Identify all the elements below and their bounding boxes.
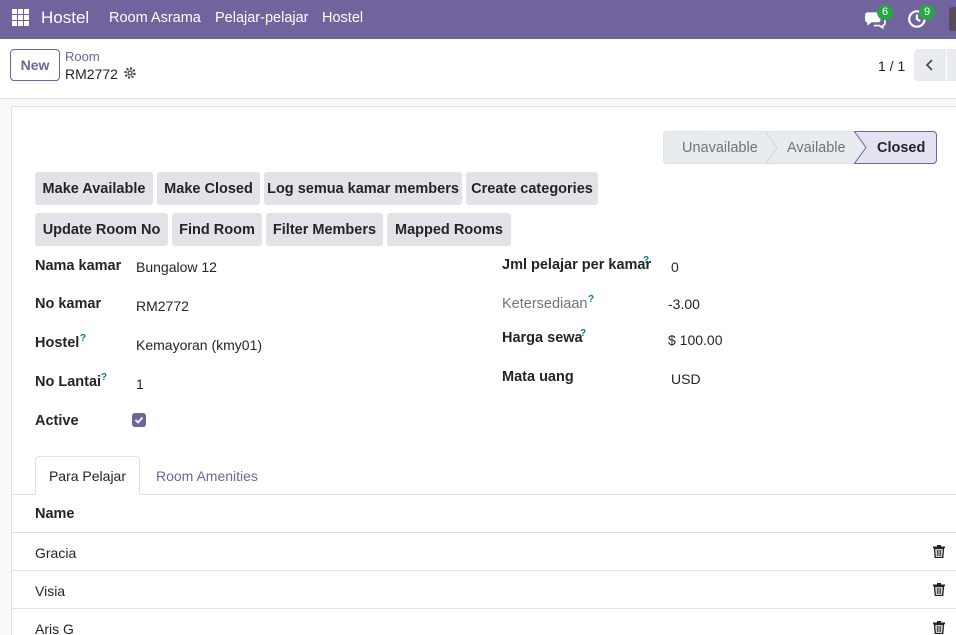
pager-previous-button[interactable] [914, 49, 946, 81]
ketersediaan-help-icon[interactable]: ? [588, 294, 594, 305]
trash-icon[interactable] [933, 583, 945, 596]
jml-pelajar-label: Jml pelajar per kamar [502, 257, 652, 273]
menu-room-asrama[interactable]: Room Asrama [109, 10, 201, 26]
status-bar: Unavailable Available Closed [663, 131, 937, 164]
active-label: Active [35, 413, 79, 429]
make-closed-button[interactable]: Make Closed [157, 172, 260, 205]
status-unavailable[interactable]: Unavailable [663, 131, 767, 164]
nama-kamar-label: Nama kamar [35, 258, 122, 274]
no-kamar-field[interactable]: RM2772 [136, 298, 189, 314]
activities-badge: 9 [919, 5, 936, 20]
jml-pelajar-field[interactable]: 0 [671, 259, 679, 275]
status-divider-icon [853, 131, 867, 164]
tabs-divider [11, 494, 956, 495]
mata-uang-field[interactable]: USD [671, 371, 701, 387]
menu-pelajar-pelajar[interactable]: Pelajar-pelajar [215, 10, 309, 26]
ketersediaan-value: -3.00 [668, 296, 700, 312]
row-name: Gracia [35, 545, 77, 561]
no-kamar-label: No kamar [35, 296, 102, 312]
chevron-left-icon [925, 59, 933, 71]
mata-uang-label: Mata uang [502, 369, 574, 385]
harga-sewa-field[interactable]: $ 100.00 [668, 332, 723, 348]
update-room-no-button[interactable]: Update Room No [35, 213, 168, 246]
breadcrumb-parent-link[interactable]: Room [65, 49, 100, 64]
harga-sewa-help-icon[interactable]: ? [580, 328, 586, 339]
table-row[interactable]: Gracia [11, 532, 956, 570]
control-panel: New Room RM2772 1 / 1 [0, 39, 956, 99]
log-members-button[interactable]: Log semua kamar members [264, 172, 462, 205]
gear-icon[interactable] [123, 66, 137, 80]
tab-room-amenities[interactable]: Room Amenities [156, 468, 258, 484]
filter-members-button[interactable]: Filter Members [266, 213, 383, 246]
active-checkbox[interactable] [132, 413, 146, 427]
menu-hostel[interactable]: Hostel [322, 10, 363, 26]
user-avatar[interactable] [949, 7, 956, 31]
no-lantai-label: No Lantai [35, 374, 102, 390]
hostel-field[interactable]: Kemayoran (kmy01) [136, 337, 262, 353]
nama-kamar-field[interactable]: Bungalow 12 [136, 259, 217, 275]
new-button[interactable]: New [10, 49, 60, 81]
pager-next-button[interactable] [947, 49, 956, 81]
create-categories-button[interactable]: Create categories [466, 172, 598, 205]
messages-badge: 6 [877, 5, 894, 20]
column-header-name[interactable]: Name [35, 506, 75, 522]
checkmark-icon [134, 416, 144, 424]
pager-value: 1 / 1 [878, 58, 906, 74]
hostel-help-icon[interactable]: ? [80, 333, 86, 344]
hostel-label: Hostel [35, 335, 80, 351]
no-lantai-field[interactable]: 1 [136, 376, 144, 392]
trash-icon[interactable] [933, 545, 945, 558]
find-room-button[interactable]: Find Room [172, 213, 262, 246]
jml-pelajar-help-icon[interactable]: ? [643, 255, 649, 266]
no-lantai-help-icon[interactable]: ? [101, 372, 107, 383]
trash-icon[interactable] [933, 621, 945, 634]
status-available[interactable]: Available [767, 131, 855, 164]
status-closed[interactable]: Closed [855, 131, 937, 164]
top-navbar: Hostel Room Asrama Pelajar-pelajar Hoste… [0, 0, 956, 39]
ketersediaan-label: Ketersediaan [502, 296, 588, 312]
table-row[interactable]: Visia [11, 570, 956, 608]
app-brand[interactable]: Hostel [41, 8, 89, 28]
breadcrumb-current: RM2772 [65, 66, 118, 82]
row-name: Visia [35, 583, 66, 599]
harga-sewa-label: Harga sewa [502, 330, 583, 346]
row-name: Aris G [35, 621, 74, 635]
mapped-rooms-button[interactable]: Mapped Rooms [387, 213, 511, 246]
status-divider-icon [765, 131, 778, 164]
tab-para-pelajar[interactable]: Para Pelajar [35, 456, 140, 495]
table-row[interactable]: Aris G [11, 608, 956, 635]
make-available-button[interactable]: Make Available [35, 172, 153, 205]
apps-menu-icon[interactable] [12, 9, 29, 26]
